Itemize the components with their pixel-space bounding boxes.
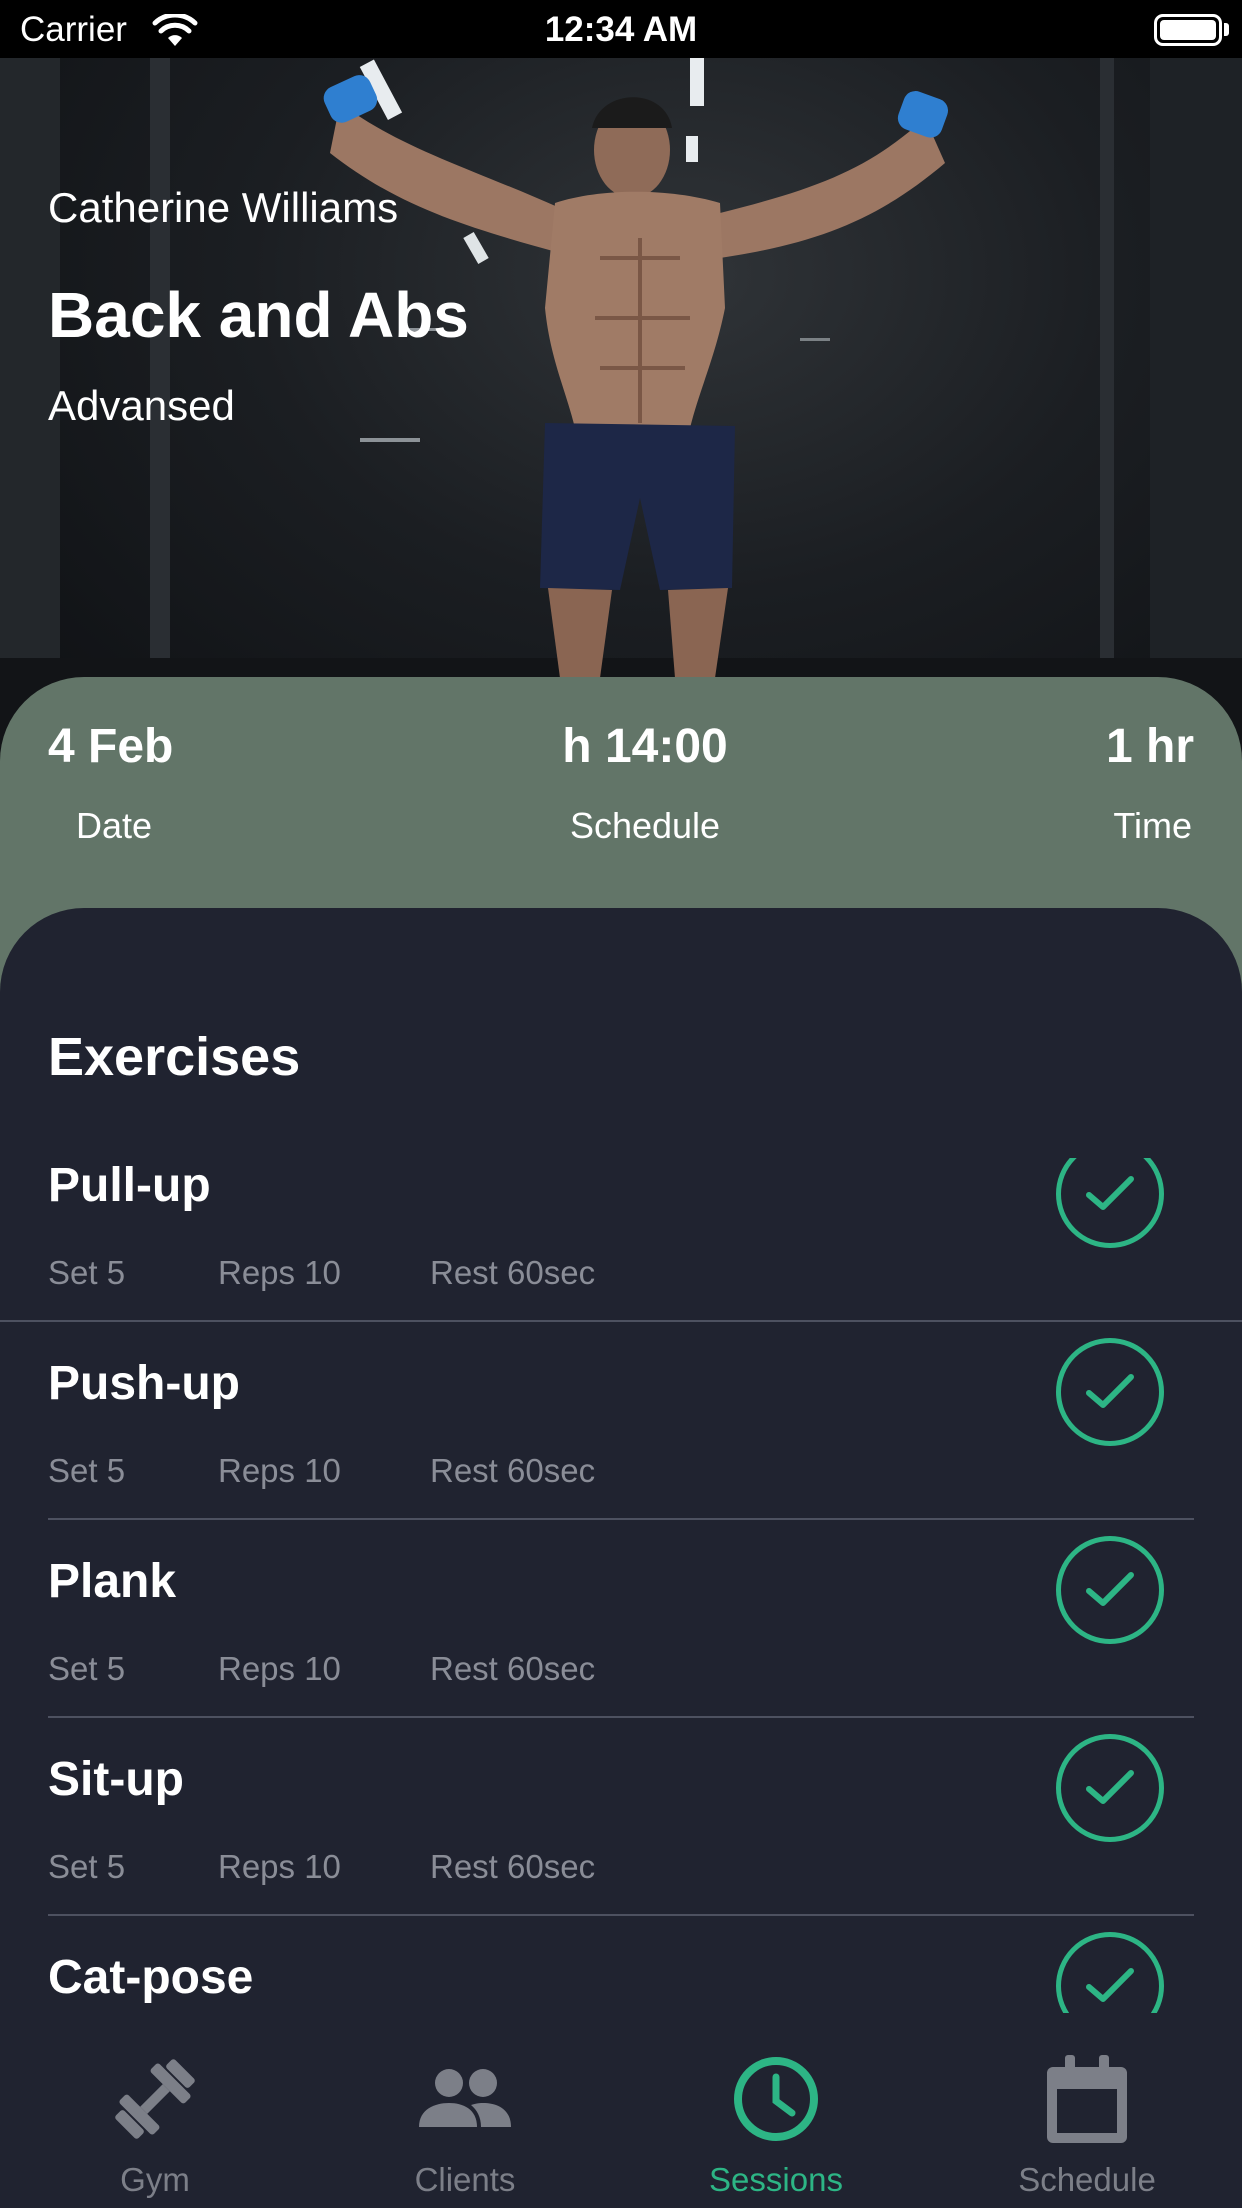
exercise-sets: Set 5 — [48, 1452, 126, 1489]
battery-tip — [1224, 23, 1229, 36]
exercise-rest: Rest 60sec — [430, 1254, 596, 1291]
duration-label: Time — [1113, 805, 1192, 846]
exercise-name: Cat-pose — [48, 1951, 254, 2004]
tab-gym-label: Gym — [120, 2161, 190, 2198]
schedule-value: h 14:00 — [562, 720, 728, 773]
workout-level: Advansed — [48, 382, 235, 429]
exercise-name: Push-up — [48, 1357, 240, 1410]
exercise-rest: Rest 60sec — [430, 1452, 596, 1489]
tab-schedule-label: Schedule — [1018, 2161, 1156, 2198]
exercise-rest: Rest 60sec — [430, 1848, 596, 1885]
exercise-reps: Reps 10 — [218, 1254, 341, 1291]
exercise-row[interactable]: Plank Set 5 Reps 10 Rest 60sec — [0, 1536, 1242, 1752]
exercise-row[interactable]: Cat-pose — [0, 1932, 1242, 2013]
status-bar: Carrier 12:34 AM — [0, 0, 1242, 58]
tab-sessions-label: Sessions — [709, 2161, 843, 2198]
people-icon — [419, 2069, 511, 2127]
row-divider — [48, 1518, 1194, 1520]
exercises-title: Exercises — [48, 1027, 301, 1087]
exercise-list[interactable]: Pull-up Set 5 Reps 10 Rest 60sec Push-up… — [0, 1158, 1242, 2013]
exercise-name: Plank — [48, 1555, 177, 1608]
exercise-sets: Set 5 — [48, 1254, 126, 1291]
exercise-row[interactable]: Push-up Set 5 Reps 10 Rest 60sec — [0, 1338, 1242, 1554]
tab-bar: Gym Clients Sessions Schedule — [0, 2013, 1242, 2208]
row-divider — [0, 1320, 1242, 1322]
trainer-name: Catherine Williams — [48, 184, 399, 231]
row-divider — [48, 1716, 1194, 1718]
row-divider — [48, 1914, 1194, 1916]
exercise-name: Sit-up — [48, 1753, 184, 1806]
check-circle-icon[interactable] — [1056, 1158, 1164, 1248]
tab-clients[interactable]: Clients — [310, 2013, 620, 2208]
calendar-icon — [1047, 2055, 1127, 2143]
tab-clients-label: Clients — [414, 2161, 516, 2198]
exercise-reps: Reps 10 — [218, 1848, 341, 1885]
exercise-reps: Reps 10 — [218, 1452, 341, 1489]
tab-schedule[interactable]: Schedule — [932, 2013, 1242, 2208]
status-time: 12:34 AM — [544, 10, 698, 49]
battery-icon — [1154, 14, 1222, 46]
exercise-sets: Set 5 — [48, 1650, 126, 1687]
exercise-row[interactable]: Sit-up Set 5 Reps 10 Rest 60sec — [0, 1734, 1242, 1950]
clock-icon — [734, 2057, 818, 2141]
check-circle-icon[interactable] — [1056, 1734, 1164, 1842]
check-circle-icon[interactable] — [1056, 1338, 1164, 1446]
exercise-sets: Set 5 — [48, 1848, 126, 1885]
dumbbell-icon — [115, 2059, 195, 2139]
exercise-rest: Rest 60sec — [430, 1650, 596, 1687]
duration-value: 1 hr — [1105, 720, 1194, 773]
exercise-row[interactable]: Pull-up Set 5 Reps 10 Rest 60sec — [0, 1158, 1242, 1356]
exercise-name: Pull-up — [48, 1159, 211, 1212]
tab-gym[interactable]: Gym — [0, 2013, 310, 2208]
hero-image: Catherine Williams Back and Abs Advansed — [0, 58, 1242, 778]
check-circle-icon[interactable] — [1056, 1536, 1164, 1644]
tab-sessions[interactable]: Sessions — [621, 2013, 931, 2208]
schedule-label: Schedule — [569, 805, 721, 846]
exercise-reps: Reps 10 — [218, 1650, 341, 1687]
workout-title: Back and Abs — [48, 279, 469, 351]
